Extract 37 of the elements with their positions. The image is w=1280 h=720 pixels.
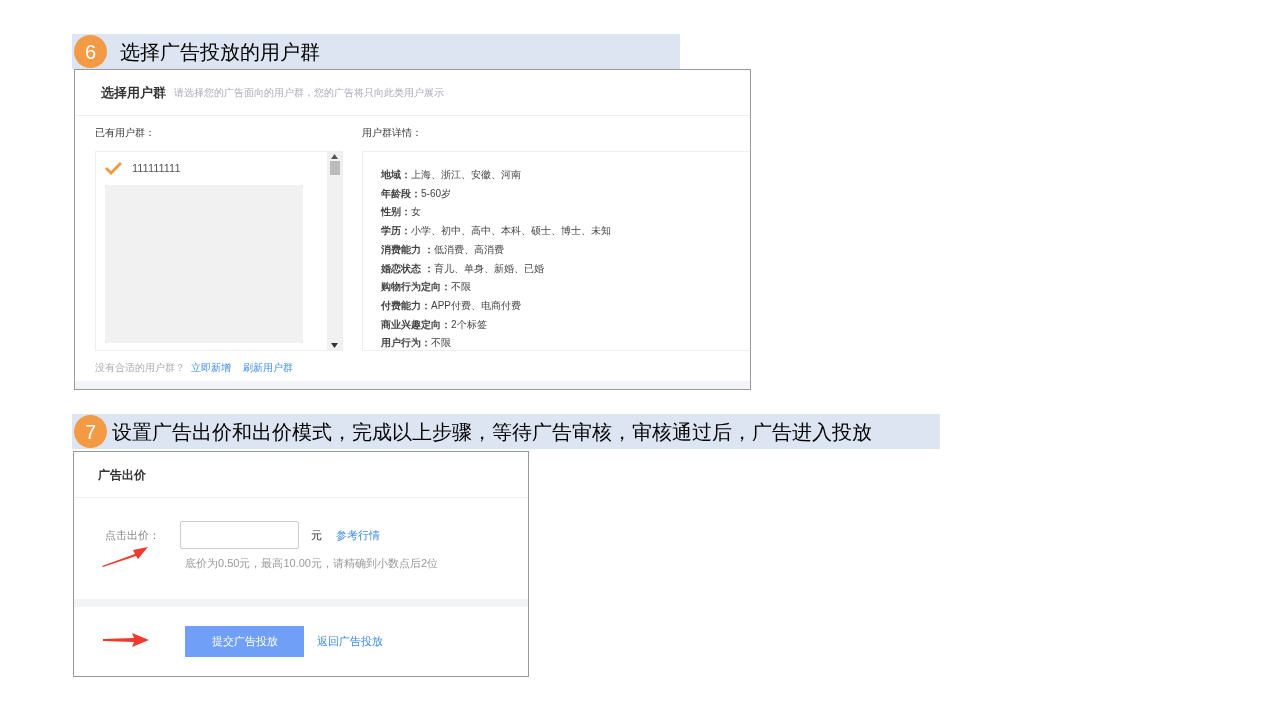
footer-link[interactable]: 立即新增 bbox=[191, 359, 231, 375]
field-label: 点击出价： bbox=[105, 527, 161, 543]
submit-button[interactable]: 提交广告投放 bbox=[185, 626, 304, 657]
group-details-label: 用户群详情： bbox=[362, 126, 423, 140]
detail-line: 付费能力：APP付费、电商付费 bbox=[381, 298, 522, 313]
arrow-icon bbox=[102, 632, 150, 648]
panel-title: 广告出价 bbox=[98, 466, 146, 484]
detail-line: 婚恋状态 ：育儿、单身、新婚、已婚 bbox=[381, 261, 545, 276]
detail-line: 学历：小学、初中、高中、本科、硕士、博士、未知 bbox=[381, 224, 612, 239]
group-item[interactable]: 111111111 bbox=[105, 159, 327, 177]
step-number: 6 bbox=[74, 35, 107, 68]
scroll-up-icon[interactable] bbox=[331, 154, 338, 159]
footer-text: 没有合适的用户群？ bbox=[95, 360, 185, 375]
existing-groups-label: 已有用户群： bbox=[95, 126, 156, 140]
detail-line: 用户行为：不限 bbox=[381, 336, 452, 350]
bid-hint: 底价为0.50元，最高10.00元，请精确到小数点后2位 bbox=[185, 556, 440, 571]
step-title: 设置广告出价和出价模式，完成以上步骤，等待广告审核，审核通过后，广告进入投放 bbox=[112, 419, 872, 445]
panel-title: 选择用户群 bbox=[101, 83, 166, 102]
scroll-thumb[interactable] bbox=[329, 161, 340, 175]
detail-line: 消费能力 ：低消费、高消费 bbox=[381, 242, 505, 257]
check-icon bbox=[105, 161, 122, 175]
panel-hint: 请选择您的广告面向的用户群，您的广告将只向此类用户展示 bbox=[174, 86, 444, 100]
detail-line: 地域：上海、浙江、安徽、河南 bbox=[381, 168, 522, 182]
arrow-icon bbox=[101, 545, 149, 567]
detail-line: 性别：女 bbox=[381, 205, 422, 220]
detail-line: 购物行为定向：不限 bbox=[381, 280, 472, 295]
unit-label: 元 bbox=[311, 527, 322, 543]
step-title: 选择广告投放的用户群 bbox=[120, 39, 320, 65]
scroll-down-icon[interactable] bbox=[331, 343, 338, 348]
market-link[interactable]: 参考行情 bbox=[336, 526, 380, 544]
detail-line: 年龄段：5-60岁 bbox=[381, 186, 452, 201]
scrollbar[interactable] bbox=[327, 152, 342, 350]
bid-input-field[interactable] bbox=[180, 521, 299, 549]
step-number: 7 bbox=[74, 415, 107, 448]
back-link[interactable]: 返回广告投放 bbox=[317, 633, 383, 650]
footer-link[interactable]: 刷新用户群 bbox=[243, 359, 293, 375]
detail-line: 商业兴趣定向：2个标签 bbox=[381, 317, 488, 332]
